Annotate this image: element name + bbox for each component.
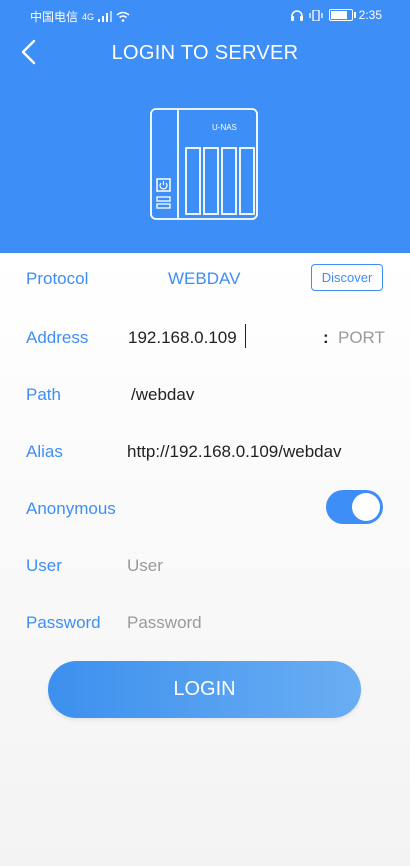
- port-separator: :: [323, 328, 329, 347]
- login-form: Protocol WEBDAV Discover Address 192.168…: [0, 253, 410, 866]
- wifi-icon: [116, 11, 130, 22]
- password-label: Password: [26, 613, 101, 632]
- password-input[interactable]: Password: [127, 613, 202, 633]
- battery-icon: [328, 9, 356, 21]
- user-label: User: [26, 556, 62, 575]
- address-label: Address: [26, 328, 89, 347]
- nav-bar: LOGIN TO SERVER: [0, 32, 410, 72]
- status-right: 2:35: [290, 8, 382, 22]
- anonymous-toggle[interactable]: [326, 490, 383, 524]
- address-input[interactable]: 192.168.0.109: [128, 328, 237, 348]
- signal-icon: [98, 11, 113, 22]
- header: 中国电信 4G 2:35 LOGIN TO SERVER U-NAS: [0, 0, 410, 253]
- headphones-icon: [290, 9, 303, 21]
- user-input[interactable]: User: [127, 556, 163, 576]
- status-bar: 中国电信 4G 2:35: [0, 0, 410, 30]
- discover-button[interactable]: Discover: [311, 264, 383, 291]
- anonymous-label: Anonymous: [26, 499, 116, 518]
- alias-input[interactable]: http://192.168.0.109/webdav: [127, 442, 342, 462]
- carrier-text: 中国电信: [30, 10, 79, 24]
- login-button[interactable]: LOGIN: [48, 661, 361, 718]
- path-label: Path: [26, 385, 61, 404]
- status-left: 中国电信 4G: [30, 8, 130, 25]
- toggle-knob: [352, 493, 380, 521]
- protocol-label: Protocol: [26, 269, 89, 288]
- status-time: 2:35: [358, 8, 382, 22]
- vibrate-icon: [308, 9, 323, 21]
- device-label: U-NAS: [212, 123, 237, 132]
- text-cursor: [245, 324, 246, 348]
- protocol-selector[interactable]: WEBDAV: [168, 269, 240, 289]
- page-title: LOGIN TO SERVER: [111, 42, 299, 64]
- path-input[interactable]: /webdav: [131, 385, 194, 405]
- network-text: 4G: [82, 11, 95, 22]
- alias-label: Alias: [26, 442, 63, 461]
- port-input[interactable]: PORT: [338, 328, 385, 348]
- nas-device-icon: U-NAS: [150, 108, 258, 220]
